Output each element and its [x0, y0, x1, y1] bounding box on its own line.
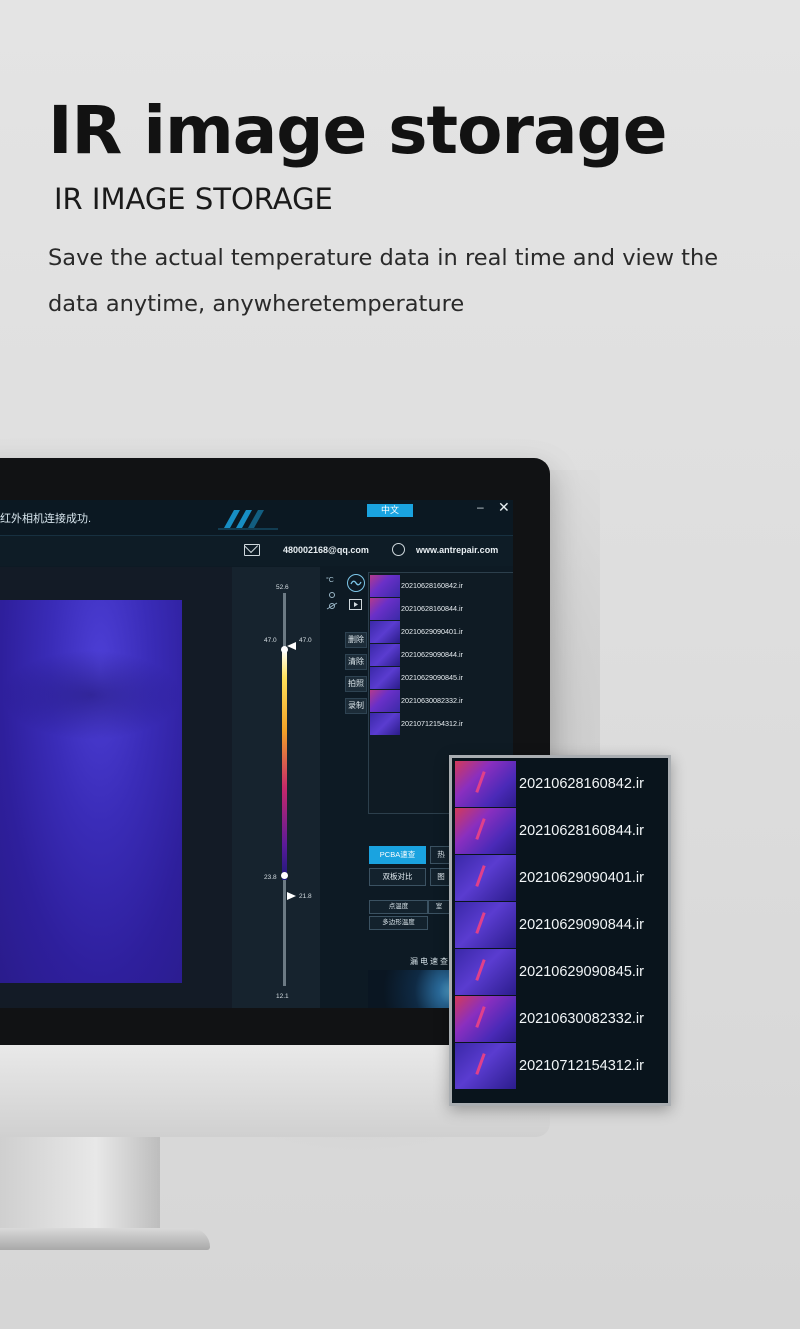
file-thumbnail [455, 761, 516, 807]
delete-button[interactable]: 删除 [345, 632, 367, 648]
low-threshold-handle[interactable] [281, 872, 288, 879]
polygon-temp-button[interactable]: 多边形温度 [369, 916, 428, 930]
scale-high-right-label: 47.0 [299, 637, 312, 644]
unit-label: °C [326, 577, 334, 584]
file-name: 20210712154312.ir [519, 1058, 644, 1074]
contact-email: 480002168@qq.com [283, 545, 369, 555]
file-thumbnail [370, 598, 400, 620]
file-thumbnail [455, 1043, 516, 1089]
title-bar: 红外相机连接成功. 中文 – ✕ [0, 500, 513, 536]
capture-button[interactable]: 拍照 [345, 676, 367, 692]
scale-high-left-label: 47.0 [264, 637, 277, 644]
globe-icon [392, 543, 405, 556]
file-list-popup: 20210628160842.ir 20210628160844.ir 2021… [449, 755, 671, 1106]
file-thumbnail [455, 855, 516, 901]
file-name: 20210628160844.ir [401, 604, 463, 613]
page-description: Save the actual temperature data in real… [48, 245, 719, 317]
file-thumbnail [370, 667, 400, 689]
wave-icon [350, 580, 362, 586]
list-item[interactable]: 20210629090844.ir [455, 902, 669, 949]
brand-caption: 漏电速查 [410, 957, 450, 966]
temperature-color-bar [282, 650, 287, 880]
pcba-mode-button[interactable]: PCBA速查 [369, 846, 426, 864]
file-thumbnail [455, 808, 516, 854]
list-item[interactable]: 20210712154312.ir [455, 1043, 669, 1090]
scale-low-left-label: 23.8 [264, 874, 277, 881]
low-flag-icon [287, 892, 296, 900]
play-icon[interactable] [349, 599, 362, 610]
file-name: 20210629090844.ir [401, 650, 463, 659]
list-item[interactable]: 20210629090845.ir [455, 949, 669, 996]
list-item[interactable]: 20210629090845.ir [369, 667, 513, 689]
point-temp-button[interactable]: 点温度 [369, 900, 428, 914]
monitor-stand [0, 1137, 160, 1237]
minimize-button[interactable]: – [477, 500, 484, 514]
scale-low-right-label: 21.8 [299, 893, 312, 900]
file-thumbnail [370, 690, 400, 712]
file-name: 20210629090844.ir [519, 917, 644, 933]
clear-button[interactable]: 清除 [345, 654, 367, 670]
contact-website: www.antrepair.com [416, 545, 499, 555]
list-item[interactable]: 20210712154312.ir [369, 713, 513, 735]
connection-status: 红外相机连接成功. [0, 513, 92, 525]
file-name: 20210629090845.ir [401, 673, 463, 682]
list-item[interactable]: 20210629090844.ir [369, 644, 513, 666]
decorative-slashes-icon [218, 510, 278, 530]
list-item[interactable]: 20210630082332.ir [455, 996, 669, 1043]
file-name: 20210630082332.ir [519, 1011, 644, 1027]
dual-compare-button[interactable]: 双板对比 [369, 868, 426, 886]
file-name: 20210628160842.ir [519, 776, 644, 792]
record-button[interactable]: 录制 [345, 698, 367, 714]
file-name: 20210629090401.ir [401, 627, 463, 636]
list-item[interactable]: 20210628160842.ir [369, 575, 513, 597]
file-thumbnail [370, 713, 400, 735]
file-name: 20210630082332.ir [401, 696, 463, 705]
page-subtitle: IR IMAGE STORAGE [54, 182, 333, 216]
page-title: IR image storage [48, 92, 668, 169]
file-thumbnail [455, 996, 516, 1042]
close-button[interactable]: ✕ [498, 500, 510, 516]
file-name: 20210628160842.ir [401, 581, 463, 590]
list-item[interactable]: 20210629090401.ir [455, 855, 669, 902]
file-thumbnail [370, 575, 400, 597]
app-window: 红外相机连接成功. 中文 – ✕ 480002168@qq.com www.an… [0, 500, 513, 1008]
file-name: 20210629090401.ir [519, 870, 644, 886]
list-item[interactable]: 20210629090401.ir [369, 621, 513, 643]
file-name: 20210712154312.ir [401, 719, 463, 728]
scale-max-label: 52.6 [276, 584, 289, 591]
list-item[interactable]: 20210630082332.ir [369, 690, 513, 712]
temperature-scale-panel [232, 567, 320, 1008]
list-item[interactable]: 20210628160844.ir [455, 808, 669, 855]
file-thumbnail [370, 621, 400, 643]
file-name: 20210629090845.ir [519, 964, 644, 980]
file-thumbnail [370, 644, 400, 666]
file-thumbnail [455, 949, 516, 995]
list-item[interactable]: 20210628160844.ir [369, 598, 513, 620]
file-name: 20210628160844.ir [519, 823, 644, 839]
image-mode-button[interactable] [347, 574, 365, 592]
room-temp-button[interactable]: 室 [428, 900, 450, 914]
high-flag-icon [287, 642, 296, 650]
sun-icon[interactable] [326, 590, 338, 612]
scale-min-label: 12.1 [276, 993, 289, 1000]
language-button[interactable]: 中文 [367, 504, 413, 517]
file-thumbnail [455, 902, 516, 948]
thermal-image-shading [0, 650, 182, 740]
mail-icon [244, 544, 260, 556]
list-item[interactable]: 20210628160842.ir [455, 761, 669, 808]
monitor-stand-base [0, 1228, 210, 1250]
